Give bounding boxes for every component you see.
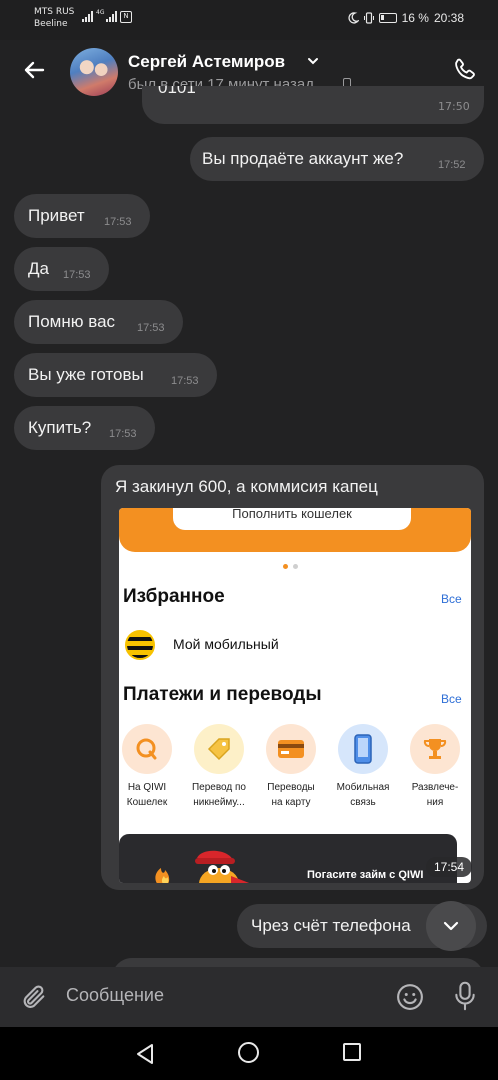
message-bubble-outgoing[interactable]: Вы продаёте аккаунт же? 17:52 [190, 137, 484, 181]
message-composer: Сообщение [0, 967, 498, 1027]
network-type: 4G [96, 9, 105, 16]
message-bubble-incoming[interactable]: Привет 17:53 [14, 194, 150, 238]
message-time: 17:53 [137, 322, 165, 334]
nfc-icon: N [120, 11, 132, 23]
message-text: Вы уже готовы [28, 365, 144, 384]
message-bubble-incoming[interactable]: Вы уже готовы 17:53 [14, 353, 217, 397]
smartphone-icon [338, 724, 388, 774]
carousel-dot-active [283, 564, 288, 569]
status-bar: MTS RUS Beeline 4G N 16 % 20:38 [0, 0, 498, 40]
trophy-icon [410, 724, 460, 774]
battery-icon [378, 13, 397, 23]
payments-title: Платежи и переводы [123, 684, 322, 705]
carrier-name-1: MTS RUS [34, 7, 75, 17]
service-mobile: Мобильная связь [329, 724, 397, 810]
nav-recents-icon[interactable] [343, 1043, 361, 1061]
payments-all-link: Все [441, 692, 462, 706]
message-time: 17:53 [63, 269, 91, 281]
message-text: Вы продаёте аккаунт же? [202, 149, 404, 168]
carrier-name-2: Beeline [34, 19, 68, 29]
service-nickname-transfer: Перевод по никнейму... [185, 724, 253, 810]
favorite-item: Мой мобильный [173, 636, 279, 652]
carousel-dot [293, 564, 298, 569]
clock: 20:38 [433, 11, 464, 25]
nav-home-icon[interactable] [238, 1042, 259, 1063]
favorites-title: Избранное [123, 586, 225, 607]
topup-button: Пополнить кошелек [173, 508, 411, 530]
microphone-icon[interactable] [453, 981, 477, 1011]
message-text: Купить? [28, 418, 92, 437]
qiwi-icon [122, 724, 172, 774]
message-bubble-incoming[interactable]: Да 17:53 [14, 247, 109, 291]
beeline-logo-icon [125, 630, 155, 660]
message-text: Привет [28, 206, 85, 225]
message-text: Чрез счёт телефона [251, 916, 411, 935]
nav-back-icon[interactable] [135, 1043, 155, 1065]
phone-call-icon[interactable] [452, 56, 480, 84]
message-bubble-partial[interactable]: 0101 17:50 [142, 86, 484, 124]
service-qiwi-wallet: На QIWI Кошелек [119, 724, 181, 810]
chevron-down-icon [443, 921, 459, 931]
scroll-to-bottom-button[interactable] [426, 901, 476, 951]
photo-caption: Я закинул 600, а коммисия капец [115, 477, 378, 496]
service-label: Развлече- ния [411, 782, 459, 808]
photo-attachment[interactable]: Пополнить кошелек Избранное Все Мой моби… [119, 508, 471, 883]
chevron-down-icon[interactable] [306, 54, 320, 68]
moon-icon [348, 12, 359, 24]
back-arrow-icon[interactable] [22, 58, 46, 82]
signal-icon-2 [106, 11, 117, 22]
message-bubble-incoming[interactable]: Купить? 17:53 [14, 406, 155, 450]
message-time: 17:52 [438, 159, 466, 171]
paperclip-icon[interactable] [20, 983, 48, 1011]
message-text: Помню вас [28, 312, 116, 331]
tag-icon [194, 724, 244, 774]
message-time: 17:54 [425, 857, 472, 877]
status-right: 16 % 20:38 [347, 11, 464, 25]
message-text: 0101 [158, 86, 196, 97]
service-label: Перевод по никнейму... [191, 782, 246, 808]
emoji-icon[interactable] [395, 982, 425, 1012]
service-label: Мобильная связь [336, 782, 390, 808]
loan-promo-banner: Погасите займ с QIWI Кошелька [119, 834, 457, 883]
message-input[interactable]: Сообщение [66, 985, 164, 1006]
message-bubble-incoming[interactable]: Помню вас 17:53 [14, 300, 183, 344]
signal-icon [82, 11, 93, 22]
message-time: 17:53 [104, 216, 132, 228]
message-time: 17:53 [109, 428, 137, 440]
service-label: Переводы на карту [267, 782, 315, 808]
favorites-all-link: Все [441, 592, 462, 606]
card-icon [266, 724, 316, 774]
message-time: 17:50 [438, 100, 470, 113]
message-text: Да [28, 259, 49, 278]
system-navigation-bar [0, 1027, 498, 1080]
service-card-transfer: Переводы на карту [257, 724, 325, 810]
message-time: 17:53 [171, 375, 199, 387]
avatar[interactable] [70, 48, 118, 96]
service-entertainment: Развлече- ния [401, 724, 469, 810]
service-label: На QIWI Кошелек [126, 782, 168, 808]
vibrate-icon [363, 12, 374, 24]
battery-percent: 16 % [401, 11, 429, 25]
promo-bird-icon [155, 850, 250, 883]
message-bubble-photo[interactable]: Я закинул 600, а коммисия капец Пополнит… [101, 465, 484, 890]
contact-name[interactable]: Сергей Астемиров [128, 52, 285, 72]
